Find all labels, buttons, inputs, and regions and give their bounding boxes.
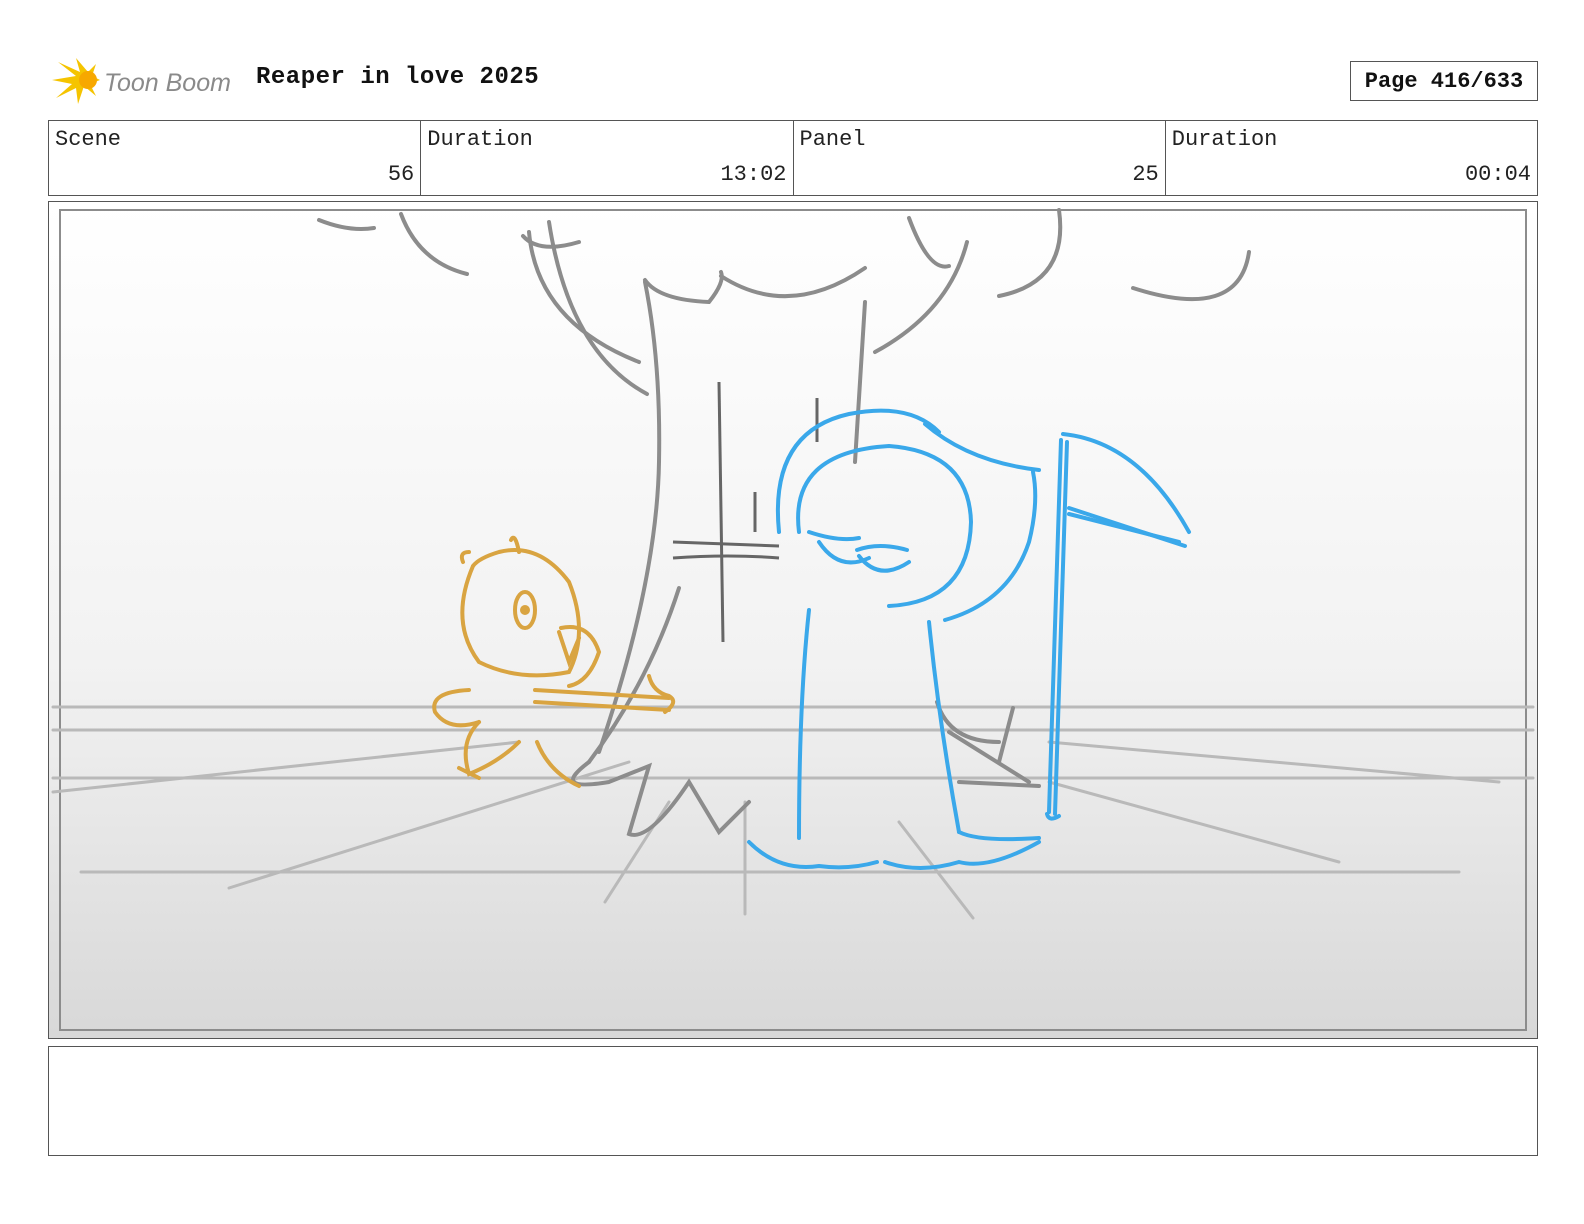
scene-cell: Scene 56 — [49, 121, 422, 195]
panel-value: 25 — [1132, 162, 1159, 187]
scene-value: 56 — [387, 162, 415, 187]
panel-duration-cell: Duration 00:04 — [1166, 121, 1537, 195]
panel-sketch — [49, 202, 1537, 1038]
panel-duration-value: 00:04 — [1464, 162, 1531, 187]
panel-cell: Panel 25 — [794, 121, 1166, 195]
info-table: Scene 56 Duration 13:02 Panel 25 Duratio… — [48, 120, 1538, 196]
page-number: Page 416/633 — [1350, 61, 1538, 101]
toon-boom-logo: Toon Boom — [50, 56, 240, 108]
scene-label: Scene — [55, 127, 122, 152]
starburst-icon — [52, 58, 100, 104]
logo-wordmark: Toon Boom — [104, 69, 231, 97]
scene-duration-cell: Duration 13:02 — [421, 121, 794, 195]
scene-duration-value: 13:02 — [720, 162, 787, 187]
document-title: Reaper in love 2025 — [256, 64, 540, 91]
scene-duration-label: Duration — [427, 127, 533, 152]
panel-label: Panel — [799, 127, 866, 152]
panel-notes-box — [48, 1046, 1538, 1156]
storyboard-panel — [48, 201, 1538, 1039]
panel-duration-label: Duration — [1171, 127, 1278, 152]
